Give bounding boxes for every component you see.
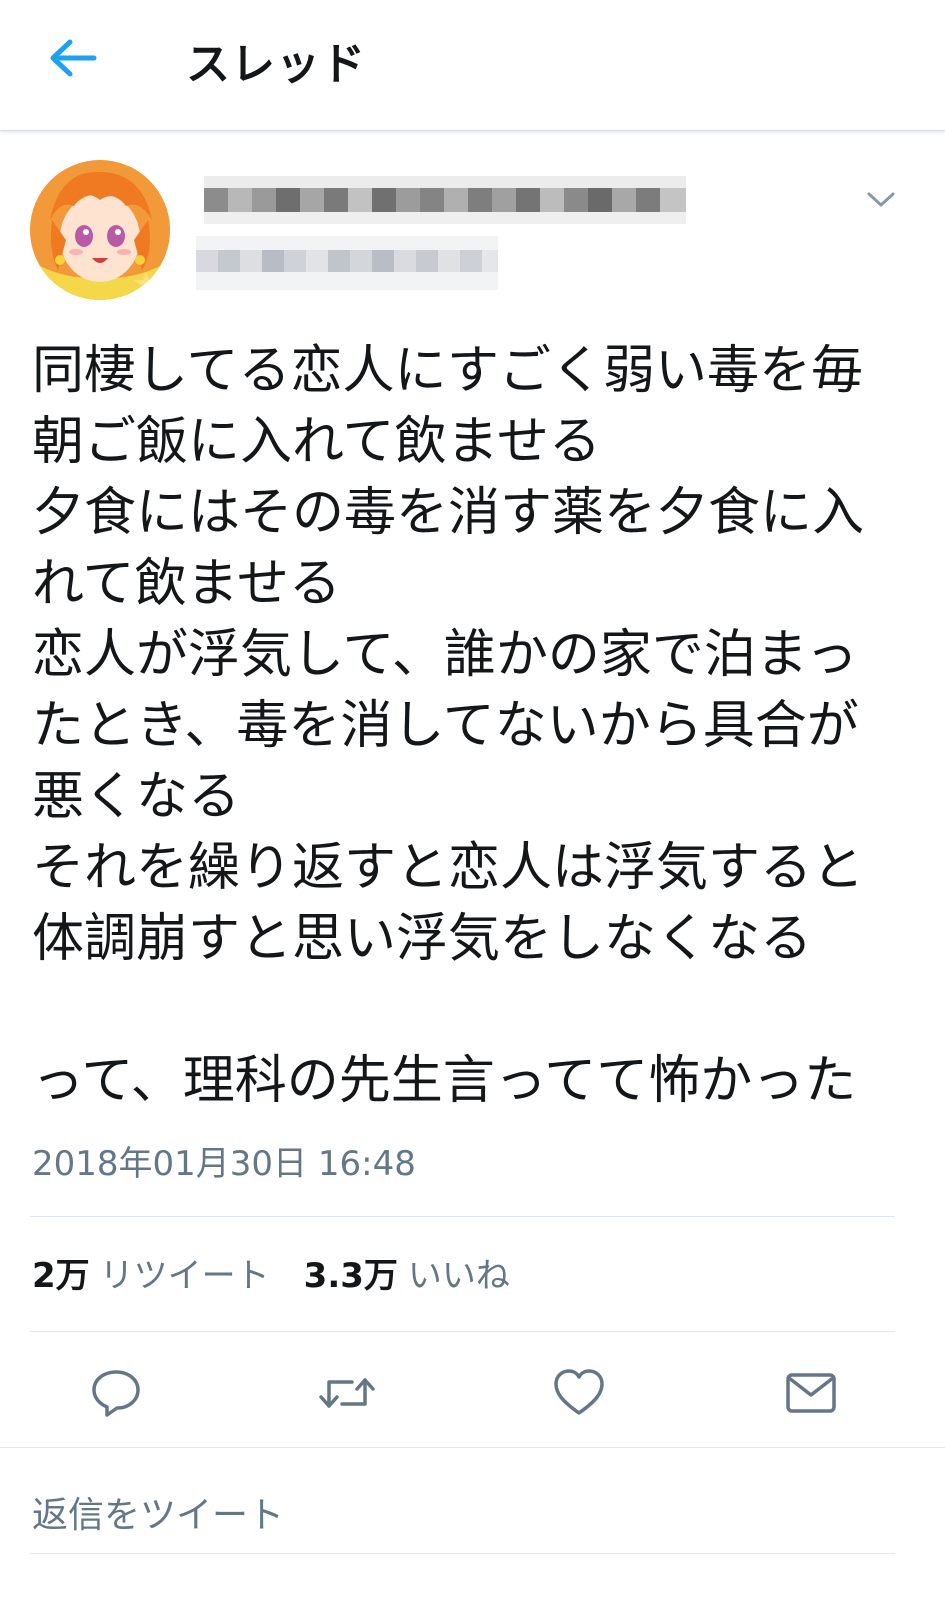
reply-button[interactable] (89, 1366, 143, 1420)
like-stat[interactable]: 3.3万 いいね (304, 1256, 510, 1296)
mosaic-handle (196, 236, 498, 290)
reply-icon (92, 1370, 140, 1417)
retweet-icon (319, 1378, 375, 1408)
like-button[interactable] (552, 1366, 606, 1420)
divider (0, 1447, 945, 1448)
divider (30, 1216, 895, 1217)
top-bar: スレッド (0, 0, 945, 131)
reply-input[interactable]: 返信をツイート (32, 1486, 284, 1538)
chevron-down-icon (867, 192, 895, 207)
mosaic-name (204, 176, 686, 224)
retweet-button[interactable] (318, 1366, 375, 1420)
back-button[interactable] (44, 34, 100, 82)
author-handle-blurred[interactable] (196, 236, 498, 290)
reply-underline (30, 1553, 895, 1554)
avatar-illustration (30, 160, 170, 300)
retweet-label: リツイート (99, 1256, 270, 1296)
tweet-menu-button[interactable] (864, 184, 898, 214)
author-name-blurred[interactable] (204, 176, 686, 224)
share-button[interactable] (784, 1366, 838, 1420)
like-label: いいね (407, 1256, 510, 1296)
tweet-text: 同棲してる恋人にすごく弱い毒を毎 朝ご飯に入れて飲ませる 夕食にはその毒を消す薬… (32, 341, 865, 1111)
retweet-stat[interactable]: 2万 リツイート (32, 1256, 270, 1296)
like-icon (554, 1369, 604, 1415)
retweet-count: 2万 (32, 1256, 90, 1296)
tweet-stats: 2万 リツイート 3.3万 いいね (32, 1248, 510, 1297)
page-title: スレッド (186, 39, 366, 90)
tweet-timestamp: 2018年01月30日 16:48 (32, 1144, 416, 1184)
divider (30, 1331, 895, 1332)
share-mail-icon (786, 1373, 836, 1413)
like-count: 3.3万 (303, 1256, 398, 1296)
avatar[interactable] (30, 160, 170, 300)
arrow-left-icon (50, 39, 97, 77)
